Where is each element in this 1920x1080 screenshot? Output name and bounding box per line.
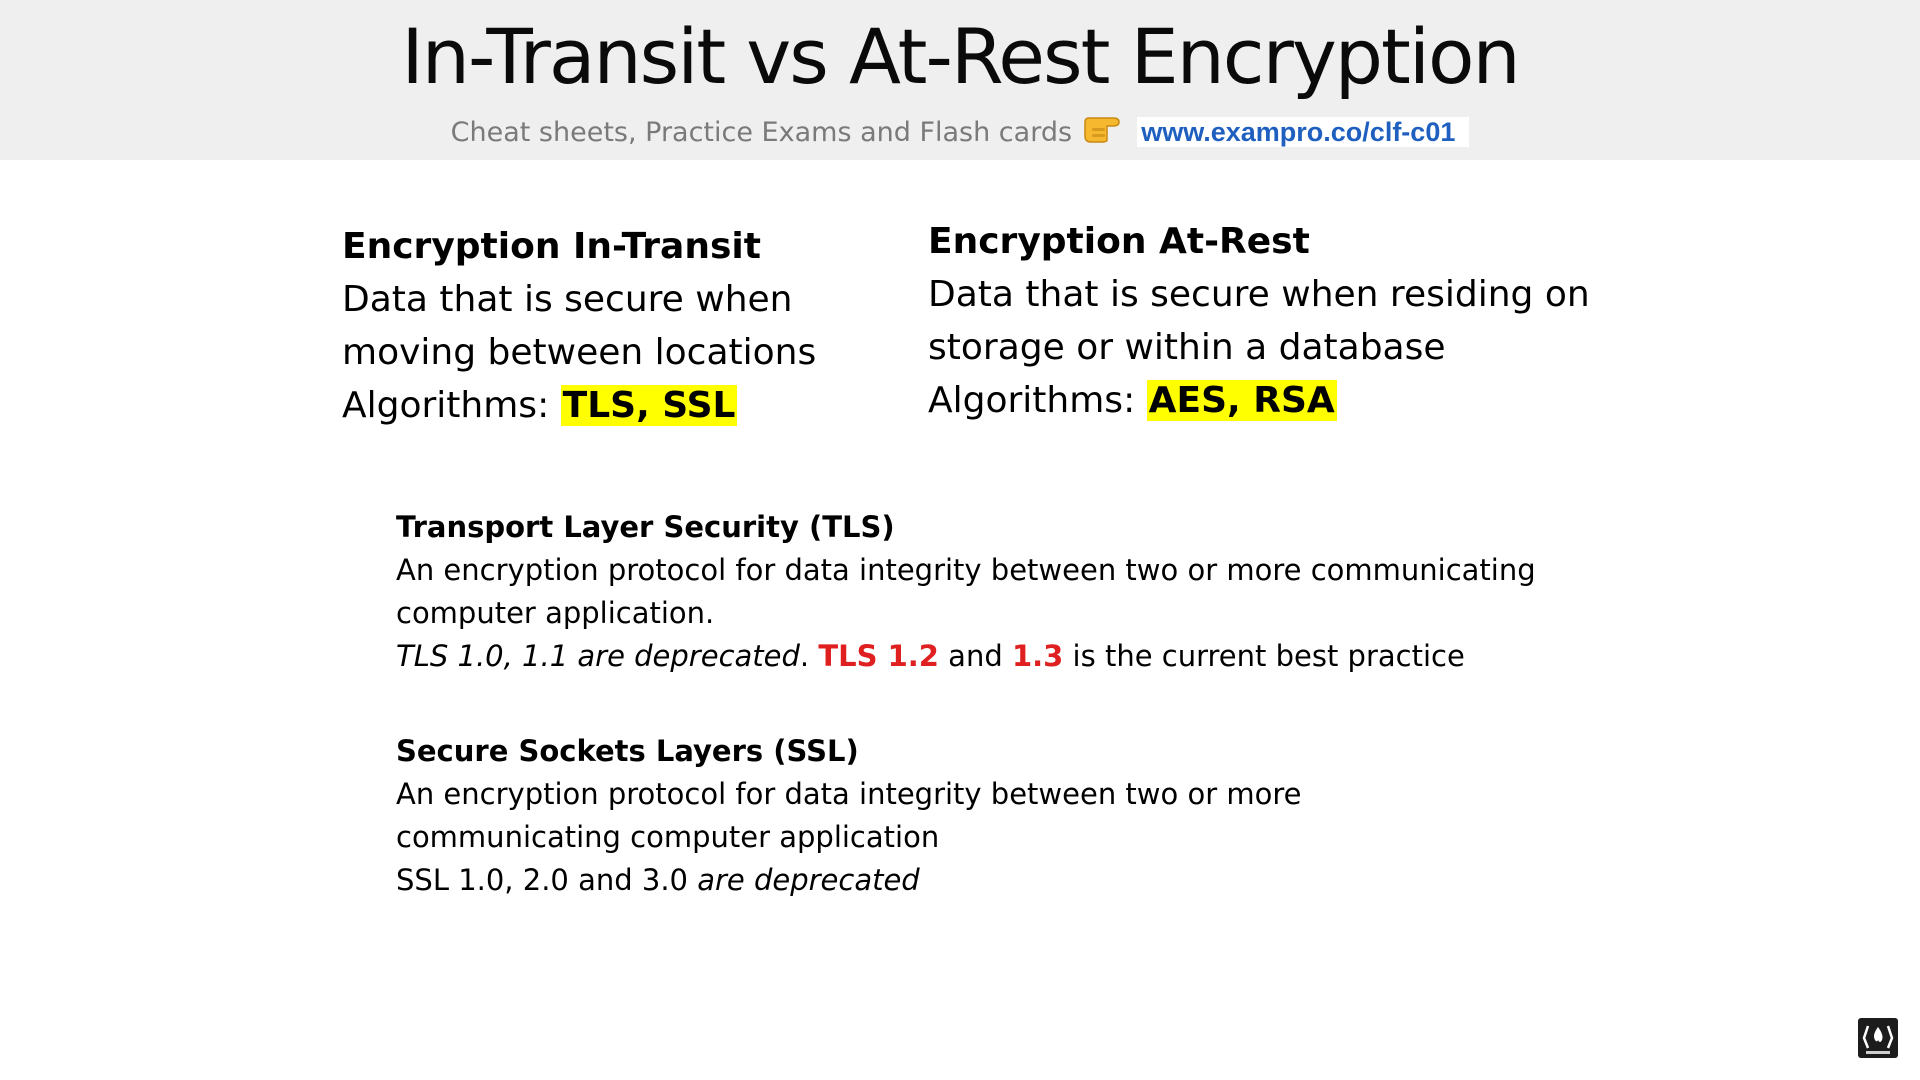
tls-12-text: TLS 1.2	[818, 639, 939, 673]
at-rest-algorithms-value: AES, RSA	[1146, 380, 1337, 421]
ssl-line-1: An encryption protocol for data integrit…	[396, 777, 1302, 811]
ssl-versions-text: SSL 1.0, 2.0 and 3.0	[396, 863, 698, 897]
at-rest-line-2: storage or within a database	[928, 327, 1446, 368]
at-rest-line-1: Data that is secure when residing on	[928, 274, 1590, 315]
in-transit-line-2: moving between locations	[342, 332, 817, 373]
subtitle: Cheat sheets, Practice Exams and Flash c…	[0, 114, 1920, 153]
tls-dot: .	[799, 639, 819, 673]
header-band: In-Transit vs At-Rest Encryption Cheat s…	[0, 0, 1920, 160]
at-rest-heading: Encryption At-Rest	[928, 221, 1310, 262]
page-title: In-Transit vs At-Rest Encryption	[401, 12, 1520, 101]
in-transit-algorithms: Algorithms: TLS, SSL	[342, 379, 902, 432]
in-transit-column: Encryption In-Transit Data that is secur…	[342, 220, 902, 432]
algorithms-label: Algorithms:	[928, 380, 1147, 421]
ssl-deprecated-text: are deprecated	[697, 863, 920, 897]
ssl-section: Secure Sockets Layers (SSL) An encryptio…	[396, 730, 1636, 902]
algorithms-label: Algorithms:	[342, 385, 561, 426]
at-rest-algorithms: Algorithms: AES, RSA	[928, 374, 1648, 427]
ssl-line-3: SSL 1.0, 2.0 and 3.0 are deprecated	[396, 859, 1636, 902]
tls-line-1: An encryption protocol for data integrit…	[396, 553, 1536, 587]
in-transit-line-1: Data that is secure when	[342, 279, 793, 320]
pointing-hand-icon	[1083, 114, 1127, 153]
in-transit-algorithms-value: TLS, SSL	[560, 385, 738, 426]
subtitle-text: Cheat sheets, Practice Exams and Flash c…	[450, 117, 1073, 148]
at-rest-column: Encryption At-Rest Data that is secure w…	[928, 215, 1648, 427]
tls-line-2: computer application.	[396, 596, 715, 630]
tls-best-practice-text: is the current best practice	[1063, 639, 1465, 673]
exampro-link[interactable]: www.exampro.co/clf-c01	[1137, 117, 1470, 147]
tls-section: Transport Layer Security (TLS) An encryp…	[396, 506, 1636, 678]
tls-13-text: 1.3	[1011, 639, 1064, 673]
tls-and-text: and	[938, 639, 1012, 673]
ssl-heading: Secure Sockets Layers (SSL)	[396, 734, 859, 768]
tls-line-3: TLS 1.0, 1.1 are deprecated. TLS 1.2 and…	[396, 635, 1636, 678]
in-transit-heading: Encryption In-Transit	[342, 226, 761, 267]
ssl-line-2: communicating computer application	[396, 820, 940, 854]
tls-heading: Transport Layer Security (TLS)	[396, 510, 895, 544]
tls-deprecated-text: TLS 1.0, 1.1 are deprecated	[396, 639, 800, 673]
subscribe-icon[interactable]	[1858, 1018, 1898, 1058]
